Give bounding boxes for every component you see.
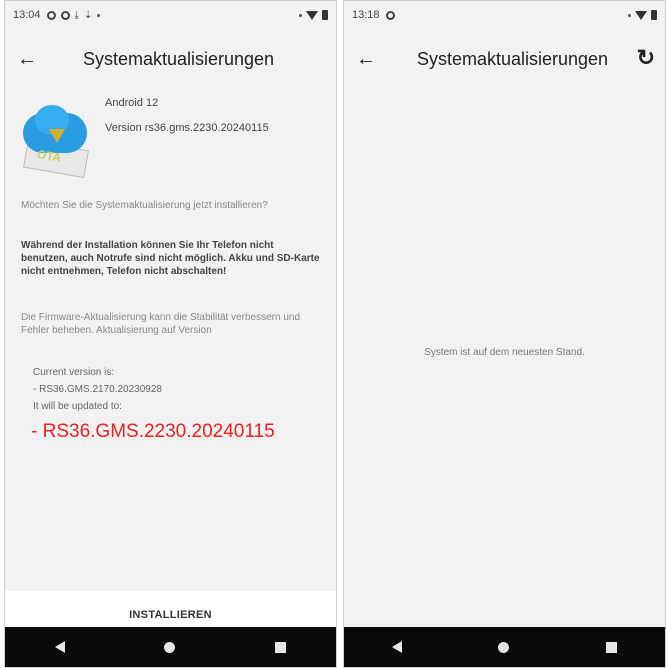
status-time: 13:04 [13, 9, 41, 21]
status-time: 13:18 [352, 9, 380, 21]
back-arrow-icon[interactable]: ← [5, 48, 49, 71]
page-title: Systemaktualisierungen [416, 48, 609, 69]
update-details: OTA Android 12 Version rs36.gms.2230.202… [5, 89, 336, 581]
current-version-value: - RS36.GMS.2170.20230928 [33, 384, 162, 395]
new-version-value: - RS36.GMS.2230.20240115 [31, 421, 275, 442]
update-description: Die Firmware-Aktualisierung kann die Sta… [21, 312, 301, 336]
current-version-label: Current version is: [33, 367, 115, 378]
status-bar: 13:04 ⤓ ⇣ [5, 1, 336, 29]
settings-icon [46, 10, 56, 20]
app-bar: ← Systemaktualisierungen [5, 31, 336, 87]
notification-dot-icon [97, 13, 101, 17]
navigation-bar [344, 627, 665, 667]
battery-icon [322, 10, 328, 20]
nav-recents-icon[interactable] [275, 641, 287, 653]
nav-home-icon[interactable] [164, 641, 176, 653]
download-icon: ⤓ [74, 9, 79, 21]
nav-back-icon[interactable] [392, 641, 403, 653]
nav-home-icon[interactable] [498, 641, 510, 653]
nav-back-icon[interactable] [54, 641, 65, 653]
android-version: Android 12 [105, 97, 159, 109]
update-status: System ist auf dem neuesten Stand. [344, 89, 665, 627]
ota-cloud-icon: OTA [21, 105, 91, 179]
install-warning: Während der Installation können Sie Ihr … [21, 240, 320, 277]
sync-icon: ⇣ [83, 9, 93, 21]
install-question: Möchten Sie die Systemaktualisierung jet… [21, 200, 268, 211]
up-to-date-message: System ist auf dem neuesten Stand. [424, 347, 585, 358]
update-version: Version rs36.gms.2230.20240115 [105, 122, 269, 134]
dot-icon [299, 13, 302, 17]
right-phone-screen: 13:18 ← Systemaktualisierungen ↻ System … [343, 0, 666, 668]
left-phone-screen: 13:04 ⤓ ⇣ ← Systemaktualisierungen OTA A… [4, 0, 337, 668]
download-arrow-icon [49, 129, 65, 143]
settings-icon [60, 10, 70, 20]
battery-icon [651, 10, 657, 20]
page-title: Systemaktualisierungen [82, 48, 275, 69]
app-bar: ← Systemaktualisierungen ↻ [344, 31, 665, 87]
install-button[interactable]: INSTALLIEREN [129, 609, 212, 621]
navigation-bar [5, 627, 336, 667]
status-bar: 13:18 [344, 1, 665, 29]
wifi-icon [306, 10, 318, 20]
wifi-icon [635, 10, 647, 20]
settings-icon [385, 10, 395, 20]
updated-to-label: It will be updated to: [33, 401, 122, 412]
back-arrow-icon[interactable]: ← [344, 48, 388, 71]
refresh-icon[interactable]: ↻ [637, 45, 655, 71]
dot-icon [628, 13, 631, 17]
nav-recents-icon[interactable] [605, 641, 617, 653]
